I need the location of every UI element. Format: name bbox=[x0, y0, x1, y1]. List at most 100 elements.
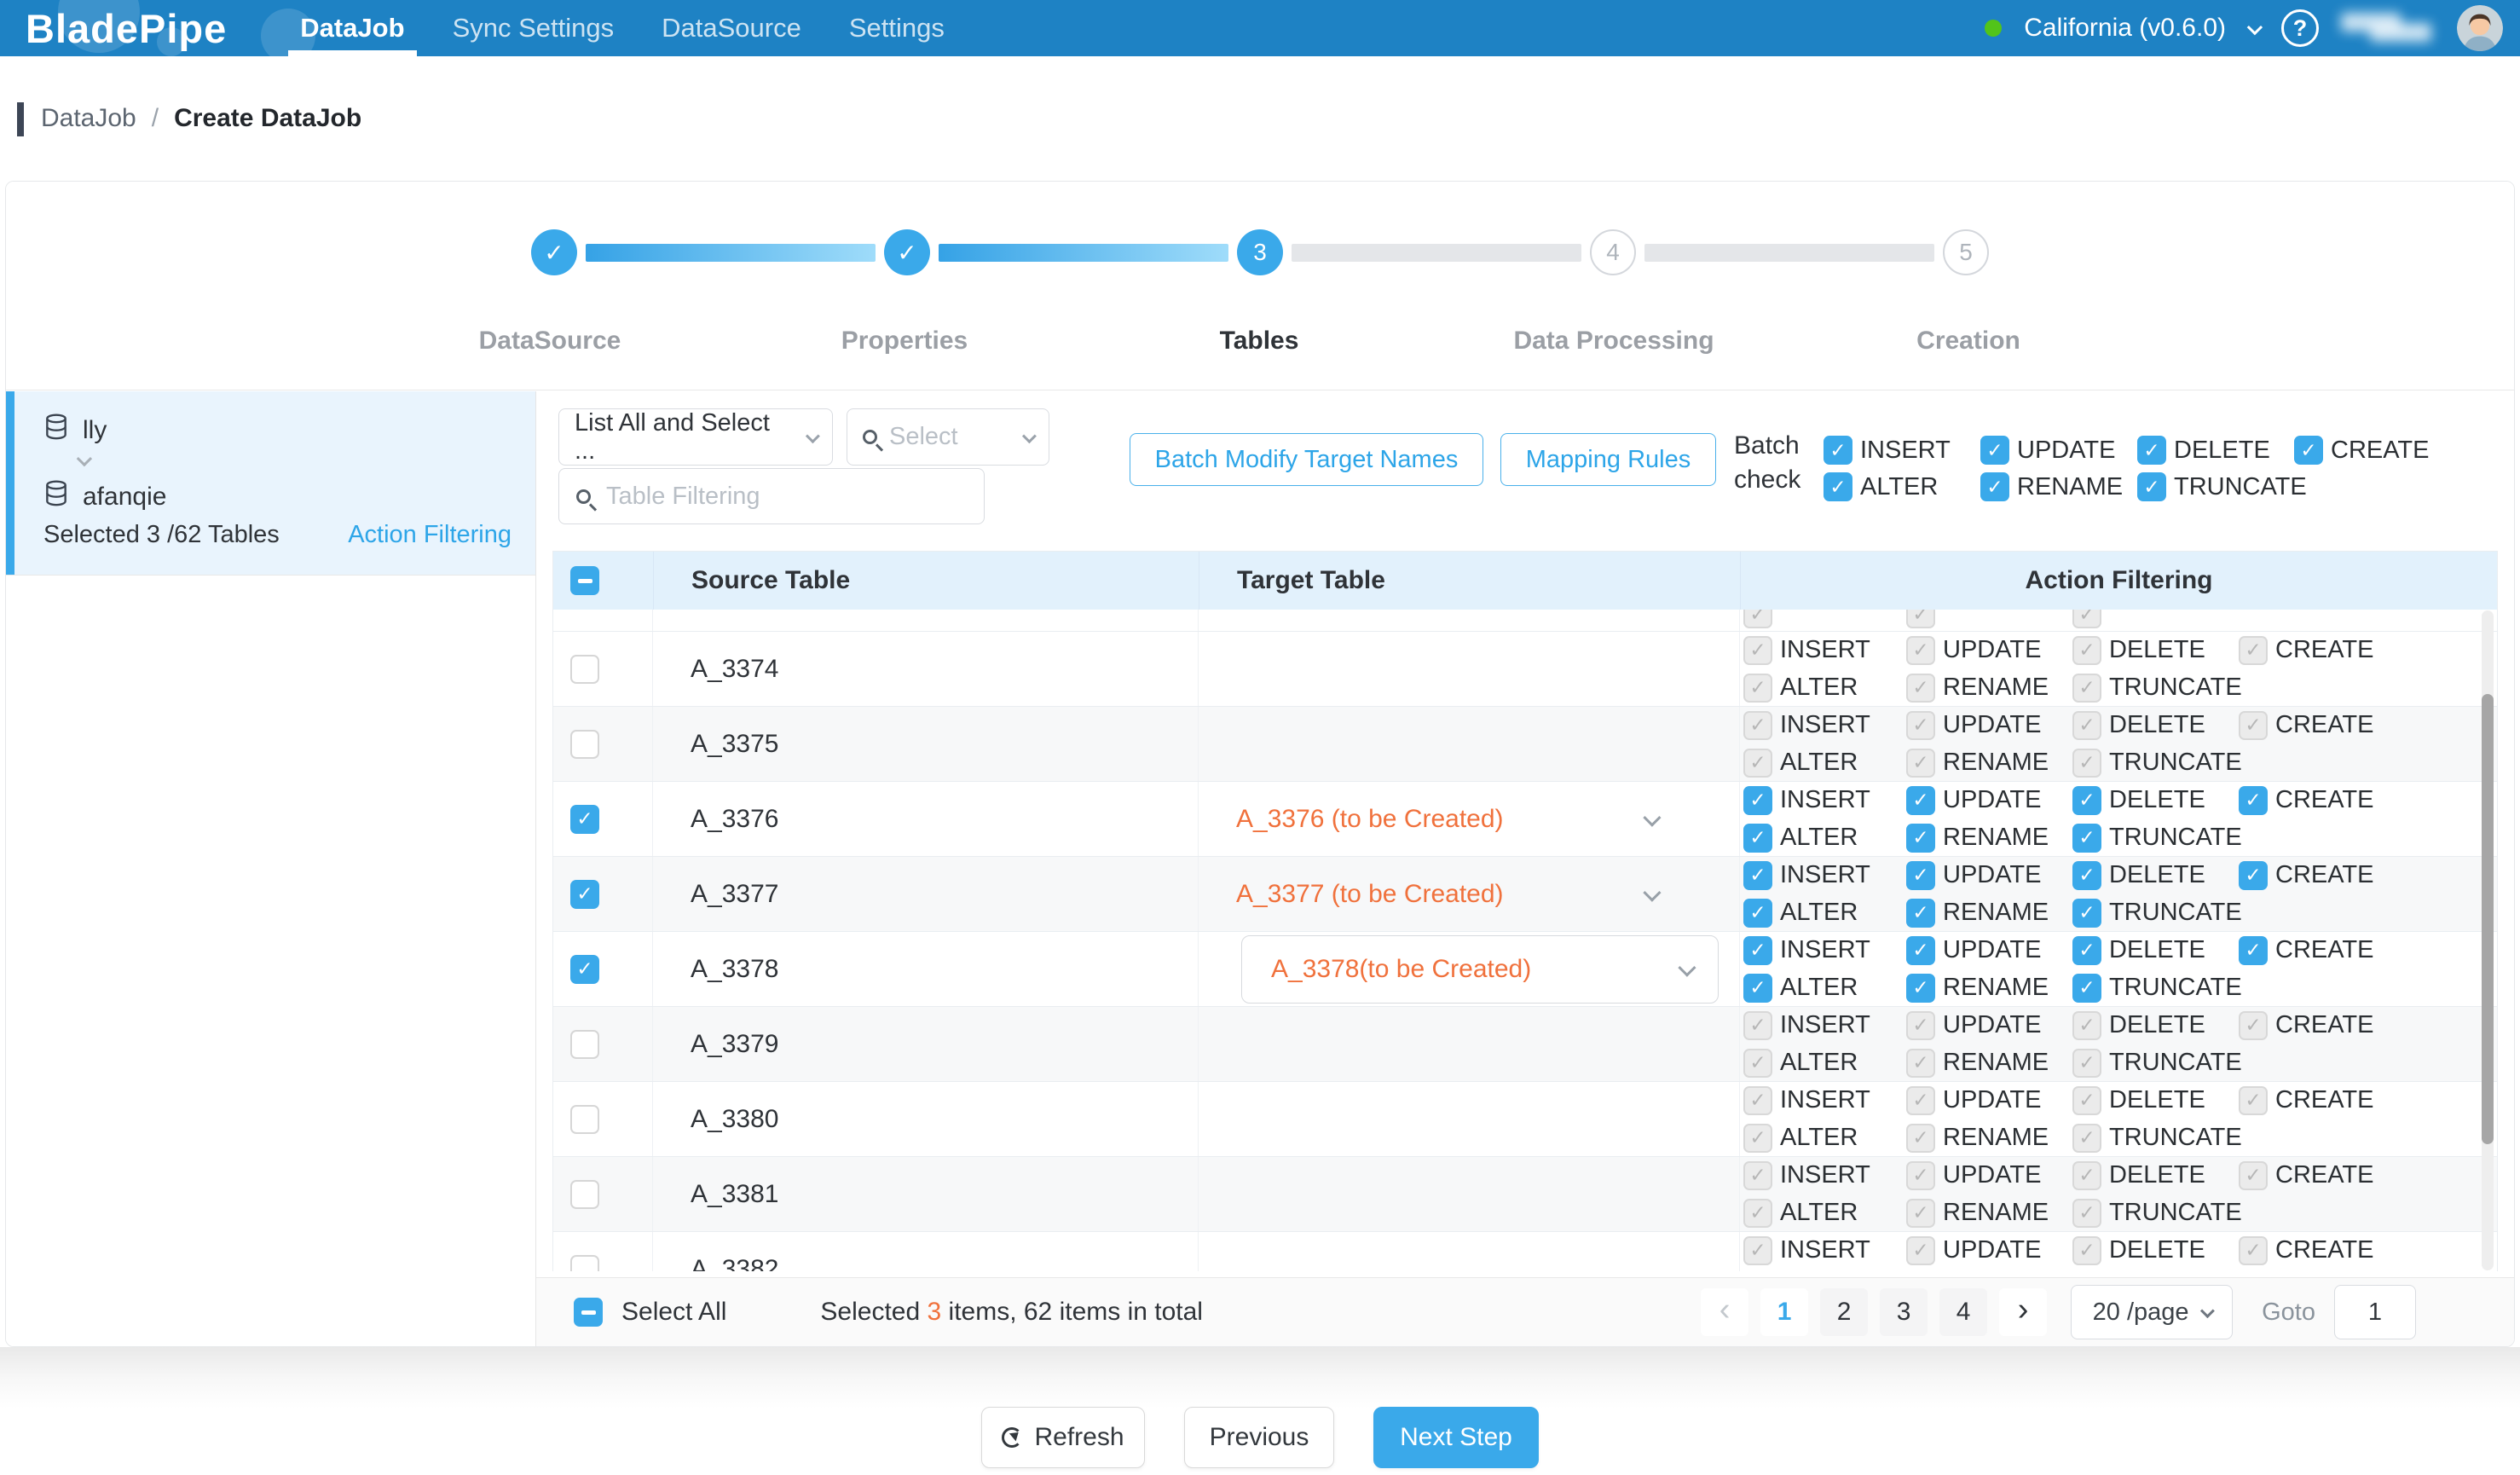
action-rename-checkbox: ✓RENAME bbox=[1906, 747, 2072, 779]
batch-check-grid: ✓INSERT✓UPDATE✓DELETE✓CREATE ✓ALTER✓RENAM… bbox=[1824, 434, 2429, 503]
action-truncate-checkbox[interactable]: ✓TRUNCATE bbox=[2072, 897, 2239, 929]
content-card: ✓ ✓ 3 4 5 DataSource Properties Tables D… bbox=[5, 181, 2515, 1347]
schema-pair-item-selected[interactable]: lly afanqie Selected 3 /62 Tables bbox=[6, 391, 535, 576]
action-update-checkbox[interactable]: ✓UPDATE bbox=[1906, 934, 2072, 967]
avatar[interactable] bbox=[2457, 5, 2503, 51]
page-button-4[interactable]: 4 bbox=[1939, 1288, 1987, 1336]
list-mode-select[interactable]: List All and Select ... bbox=[558, 408, 833, 466]
table-row[interactable]: ✓ A_3375 ✓INSERT✓UPDATE✓DELETE✓CREATE✓AL… bbox=[553, 707, 2497, 782]
table-scrollbar-thumb[interactable] bbox=[2482, 694, 2494, 1144]
page-button-3[interactable]: 3 bbox=[1880, 1288, 1928, 1336]
step-label-datasource: DataSource bbox=[396, 327, 703, 356]
row-checkbox[interactable]: ✓ bbox=[570, 1180, 599, 1209]
source-table-name: A_3381 bbox=[691, 1180, 778, 1209]
action-alter-checkbox[interactable]: ✓ALTER bbox=[1743, 972, 1906, 1004]
help-icon[interactable]: ? bbox=[2281, 9, 2319, 47]
previous-button[interactable]: Previous bbox=[1184, 1407, 1334, 1468]
brand-logo[interactable]: BladePipe bbox=[26, 5, 227, 52]
username-blurred bbox=[2341, 11, 2435, 45]
action-insert-checkbox[interactable]: ✓INSERT bbox=[1743, 784, 1906, 817]
target-table-select[interactable]: A_3378(to be Created) bbox=[1241, 935, 1719, 1004]
page-button-1[interactable]: 1 bbox=[1760, 1288, 1808, 1336]
row-checkbox[interactable]: ✓ bbox=[570, 955, 599, 984]
action-truncate-checkbox[interactable]: ✓TRUNCATE bbox=[2072, 972, 2239, 1004]
action-rename-checkbox[interactable]: ✓RENAME bbox=[1906, 897, 2072, 929]
search-icon bbox=[576, 489, 591, 504]
action-create-checkbox[interactable]: ✓CREATE bbox=[2239, 784, 2373, 817]
row-checkbox[interactable]: ✓ bbox=[570, 805, 599, 834]
action-update-checkbox[interactable]: ✓UPDATE bbox=[1980, 434, 2137, 466]
action-insert-checkbox[interactable]: ✓INSERT bbox=[1743, 859, 1906, 892]
action-delete-checkbox[interactable]: ✓DELETE bbox=[2072, 934, 2239, 967]
action-alter-checkbox[interactable]: ✓ALTER bbox=[1743, 897, 1906, 929]
target-table-select[interactable]: A_3377 (to be Created) bbox=[1199, 880, 1739, 909]
nav-item-datasource[interactable]: DataSource bbox=[638, 0, 825, 56]
table-row[interactable]: ✓ A_3374 ✓INSERT✓UPDATE✓DELETE✓CREATE✓AL… bbox=[553, 632, 2497, 707]
page-button-2[interactable]: 2 bbox=[1820, 1288, 1868, 1336]
action-rename-checkbox[interactable]: ✓RENAME bbox=[1980, 471, 2137, 503]
action-create-checkbox[interactable]: ✓CREATE bbox=[2239, 934, 2373, 967]
action-insert-checkbox: ✓INSERT bbox=[1743, 1160, 1906, 1192]
table-filter-input[interactable] bbox=[604, 482, 967, 512]
row-checkbox[interactable]: ✓ bbox=[570, 880, 599, 909]
chevron-down-icon[interactable] bbox=[2247, 19, 2263, 34]
action-truncate-checkbox[interactable]: ✓TRUNCATE bbox=[2072, 822, 2239, 854]
table-row[interactable]: ✓ A_3382 ✓INSERT✓UPDATE✓DELETE✓CREATE✓AL… bbox=[553, 1232, 2497, 1271]
action-create-checkbox[interactable]: ✓CREATE bbox=[2239, 859, 2373, 892]
row-checkbox[interactable]: ✓ bbox=[570, 1030, 599, 1059]
table-row[interactable]: ✓ A_3377 A_3377 (to be Created) ✓INSERT✓… bbox=[553, 857, 2497, 932]
schema-sidebar: lly afanqie Selected 3 /62 Tables bbox=[6, 391, 536, 1346]
action-delete-checkbox[interactable]: ✓DELETE bbox=[2137, 434, 2294, 466]
target-table-select[interactable]: A_3376 (to be Created) bbox=[1199, 805, 1739, 834]
page-size-select[interactable]: 20 /page bbox=[2071, 1285, 2233, 1339]
batch-modify-target-names-button[interactable]: Batch Modify Target Names bbox=[1130, 433, 1483, 486]
nav-item-settings[interactable]: Settings bbox=[825, 0, 968, 56]
mapping-rules-button[interactable]: Mapping Rules bbox=[1500, 433, 1716, 486]
table-select[interactable]: Select bbox=[847, 408, 1049, 466]
action-delete-checkbox[interactable]: ✓DELETE bbox=[2072, 859, 2239, 892]
next-step-button[interactable]: Next Step bbox=[1373, 1407, 1539, 1468]
action-insert-checkbox[interactable]: ✓INSERT bbox=[1824, 434, 1980, 466]
table-row[interactable]: ✓ A_3381 ✓INSERT✓UPDATE✓DELETE✓CREATE✓AL… bbox=[553, 1157, 2497, 1232]
goto-page-input[interactable] bbox=[2334, 1285, 2416, 1339]
row-checkbox[interactable]: ✓ bbox=[570, 730, 599, 759]
action-delete-checkbox[interactable]: ✓DELETE bbox=[2072, 784, 2239, 817]
row-checkbox[interactable]: ✓ bbox=[570, 655, 599, 684]
table-row[interactable]: ✓ A_3376 A_3376 (to be Created) ✓INSERT✓… bbox=[553, 782, 2497, 857]
breadcrumb-parent[interactable]: DataJob bbox=[41, 104, 136, 133]
database-icon bbox=[43, 480, 69, 514]
table-row[interactable]: ✓ A_3380 ✓INSERT✓UPDATE✓DELETE✓CREATE✓AL… bbox=[553, 1082, 2497, 1157]
select-all-checkbox[interactable] bbox=[574, 1298, 603, 1327]
action-alter-checkbox[interactable]: ✓ALTER bbox=[1824, 471, 1980, 503]
refresh-icon bbox=[1002, 1427, 1022, 1448]
nav-item-datajob[interactable]: DataJob bbox=[276, 0, 428, 56]
action-filtering-link[interactable]: Action Filtering bbox=[348, 521, 512, 549]
action-rename-checkbox[interactable]: ✓RENAME bbox=[1906, 822, 2072, 854]
action-insert-checkbox[interactable]: ✓INSERT bbox=[1743, 934, 1906, 967]
action-update-checkbox: ✓UPDATE bbox=[1906, 709, 2072, 742]
row-checkbox[interactable]: ✓ bbox=[570, 1255, 599, 1272]
row-checkbox[interactable]: ✓ bbox=[570, 1105, 599, 1134]
target-schema-name: afanqie bbox=[83, 483, 166, 512]
env-selector[interactable]: California (v0.6.0) bbox=[2024, 14, 2226, 43]
database-icon bbox=[43, 414, 69, 448]
action-rename-checkbox[interactable]: ✓RENAME bbox=[1906, 972, 2072, 1004]
page-next-button[interactable]: › bbox=[1999, 1288, 2047, 1336]
app-root: BladePipe DataJob Sync Settings DataSour… bbox=[0, 0, 2520, 1475]
source-table-name: A_3375 bbox=[691, 730, 778, 759]
table-row[interactable]: ✓ A_3378 A_3378(to be Created) ✓INSERT✓U… bbox=[553, 932, 2497, 1007]
action-update-checkbox[interactable]: ✓UPDATE bbox=[1906, 859, 2072, 892]
refresh-button[interactable]: Refresh bbox=[981, 1407, 1145, 1468]
action-update-checkbox: ✓UPDATE bbox=[1906, 1160, 2072, 1192]
action-create-checkbox[interactable]: ✓CREATE bbox=[2294, 434, 2429, 466]
page-prev-button[interactable]: ‹ bbox=[1701, 1288, 1748, 1336]
table-row[interactable]: ✓ A_3379 ✓INSERT✓UPDATE✓DELETE✓CREATE✓AL… bbox=[553, 1007, 2497, 1082]
top-nav: BladePipe DataJob Sync Settings DataSour… bbox=[0, 0, 2520, 56]
action-update-checkbox[interactable]: ✓UPDATE bbox=[1906, 784, 2072, 817]
action-truncate-checkbox[interactable]: ✓TRUNCATE bbox=[2137, 471, 2294, 503]
select-page-checkbox[interactable] bbox=[570, 566, 599, 595]
table-scrollbar-track[interactable] bbox=[2482, 610, 2494, 1270]
nav-item-sync-settings[interactable]: Sync Settings bbox=[429, 0, 639, 56]
action-alter-checkbox[interactable]: ✓ALTER bbox=[1743, 822, 1906, 854]
step-label-tables: Tables bbox=[1106, 327, 1413, 356]
